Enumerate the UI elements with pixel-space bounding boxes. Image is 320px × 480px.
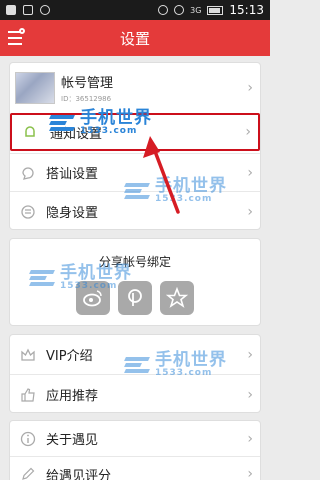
account-management-label: 帐号管理 xyxy=(61,76,114,91)
thumbs-up-icon xyxy=(21,387,35,402)
bell-icon xyxy=(25,126,35,137)
about-group: 关于遇见 › 给遇见评分 › xyxy=(9,420,261,480)
about-row[interactable]: 关于遇见 › xyxy=(10,421,260,456)
chevron-right-icon: › xyxy=(247,203,253,220)
clock: 15:13 xyxy=(229,3,264,17)
image-icon xyxy=(23,5,33,15)
about-label: 关于遇见 xyxy=(46,433,99,448)
account-settings-group: 帐号管理 ID：36512986 › 通知设置 › 搭讪设置 › 隐身设置 › xyxy=(9,62,261,230)
account-id: ID：36512986 xyxy=(61,95,112,103)
notification-settings-row[interactable]: 通知设置 › xyxy=(10,113,260,151)
info-icon xyxy=(20,431,36,446)
crown-icon xyxy=(21,348,35,361)
network-type: 3G xyxy=(190,5,202,15)
account-management-row[interactable]: 帐号管理 ID：36512986 › xyxy=(10,63,260,113)
alarm-icon xyxy=(158,5,169,15)
rate-app-label: 给遇见评分 xyxy=(46,468,112,480)
invisible-settings-label: 隐身设置 xyxy=(46,206,99,221)
status-bar: 3G 15:13 xyxy=(0,0,270,20)
chat-settings-row[interactable]: 搭讪设置 › xyxy=(10,153,260,191)
hide-icon xyxy=(21,204,35,219)
chevron-right-icon: › xyxy=(247,386,253,403)
menu-button[interactable] xyxy=(6,28,28,48)
app-recommendation-label: 应用推荐 xyxy=(46,389,99,404)
share-account-group: 分享帐号绑定 xyxy=(9,238,261,326)
invisible-settings-row[interactable]: 隐身设置 › xyxy=(10,191,260,229)
star-icon[interactable] xyxy=(160,281,194,315)
notification-icon xyxy=(6,5,16,15)
pengyou-icon[interactable] xyxy=(118,281,152,315)
edit-icon xyxy=(22,467,35,480)
vip-introduction-label: VIP介绍 xyxy=(46,349,93,364)
chevron-right-icon: › xyxy=(247,430,253,447)
wifi-icon xyxy=(174,5,185,15)
weibo-icon[interactable] xyxy=(76,281,110,315)
rate-app-row[interactable]: 给遇见评分 › xyxy=(10,456,260,480)
chevron-right-icon: › xyxy=(247,466,253,480)
title-bar: 设置 xyxy=(0,20,270,56)
usb-icon xyxy=(40,5,50,15)
notification-settings-label: 通知设置 xyxy=(50,126,103,142)
avatar xyxy=(15,72,55,104)
chevron-right-icon: › xyxy=(247,80,253,96)
share-title: 分享帐号绑定 xyxy=(98,255,171,269)
chat-settings-label: 搭讪设置 xyxy=(46,167,99,182)
chat-icon xyxy=(22,166,34,180)
battery-icon xyxy=(207,5,224,15)
chevron-right-icon: › xyxy=(245,124,251,140)
vip-group: VIP介绍 › 应用推荐 › xyxy=(9,334,261,413)
chevron-right-icon: › xyxy=(247,164,253,181)
app-recommendation-row[interactable]: 应用推荐 › xyxy=(10,374,260,412)
vip-introduction-row[interactable]: VIP介绍 › xyxy=(10,335,260,374)
chevron-right-icon: › xyxy=(247,346,253,363)
page-title: 设置 xyxy=(119,29,150,48)
